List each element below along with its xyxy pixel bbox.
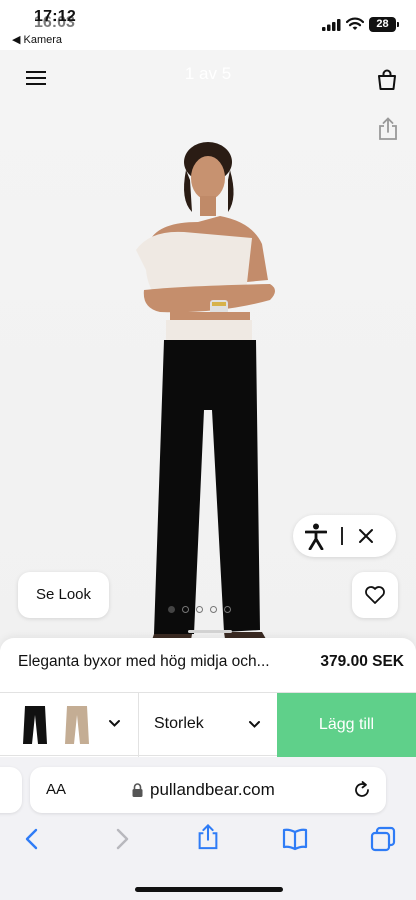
purchase-options: Storlek Lägg till bbox=[0, 692, 416, 757]
status-time: 17:12 bbox=[34, 8, 76, 25]
see-look-button[interactable]: Se Look bbox=[18, 572, 109, 618]
cellular-signal-icon bbox=[322, 19, 341, 31]
battery-icon: 28 bbox=[369, 17, 399, 32]
url-text[interactable]: pullandbear.com bbox=[150, 780, 275, 800]
pill-divider bbox=[341, 527, 343, 545]
tabs-icon[interactable] bbox=[370, 826, 396, 852]
back-to-app-link[interactable]: ◀ Kamera bbox=[12, 33, 62, 46]
reload-icon[interactable] bbox=[352, 780, 372, 800]
close-icon[interactable] bbox=[357, 527, 375, 545]
chevron-down-icon bbox=[249, 721, 260, 728]
share-icon[interactable] bbox=[377, 117, 399, 141]
bookmarks-icon[interactable] bbox=[282, 826, 308, 852]
pagination-dot[interactable] bbox=[224, 605, 231, 613]
forward-arrow-icon[interactable] bbox=[108, 826, 134, 852]
pagination-dot[interactable] bbox=[196, 605, 203, 613]
address-bar[interactable]: AA pullandbear.com bbox=[30, 767, 386, 813]
color-swatch-black[interactable] bbox=[22, 705, 48, 745]
product-price: 379.00 SEK bbox=[320, 653, 404, 670]
menu-icon[interactable] bbox=[24, 68, 48, 88]
size-label: Storlek bbox=[154, 715, 204, 732]
status-bar: 16:03 17:12 ◀ Kamera 28 bbox=[0, 0, 416, 50]
text-size-button[interactable]: AA bbox=[46, 781, 66, 798]
pagination-dot[interactable] bbox=[210, 605, 217, 613]
image-counter: 1 av 5 bbox=[184, 64, 232, 83]
accessibility-widget[interactable] bbox=[293, 515, 396, 557]
sheet-grabber[interactable] bbox=[188, 630, 232, 633]
bag-icon[interactable] bbox=[375, 68, 399, 92]
share-icon[interactable] bbox=[195, 824, 221, 850]
pagination-dot[interactable] bbox=[182, 605, 189, 613]
home-indicator bbox=[135, 887, 283, 892]
gallery-pagination[interactable] bbox=[168, 604, 256, 614]
lock-icon bbox=[132, 783, 143, 797]
favorite-button[interactable] bbox=[352, 572, 398, 618]
chevron-down-icon[interactable] bbox=[108, 719, 121, 728]
color-swatch-beige[interactable] bbox=[64, 705, 90, 745]
wifi-icon bbox=[346, 17, 364, 30]
add-to-cart-button[interactable]: Lägg till bbox=[277, 693, 416, 757]
heart-icon bbox=[365, 586, 385, 604]
previous-tab-preview[interactable] bbox=[0, 767, 22, 813]
size-select[interactable]: Storlek bbox=[139, 693, 276, 757]
product-image[interactable] bbox=[0, 50, 416, 650]
accessibility-icon[interactable] bbox=[305, 523, 327, 550]
back-arrow-icon[interactable] bbox=[20, 826, 46, 852]
browser-toolbar: AA pullandbear.com bbox=[0, 757, 416, 900]
pagination-dot[interactable] bbox=[168, 605, 175, 613]
model-photo bbox=[136, 142, 275, 646]
product-name[interactable]: Eleganta byxor med hög midja och... bbox=[18, 653, 300, 671]
